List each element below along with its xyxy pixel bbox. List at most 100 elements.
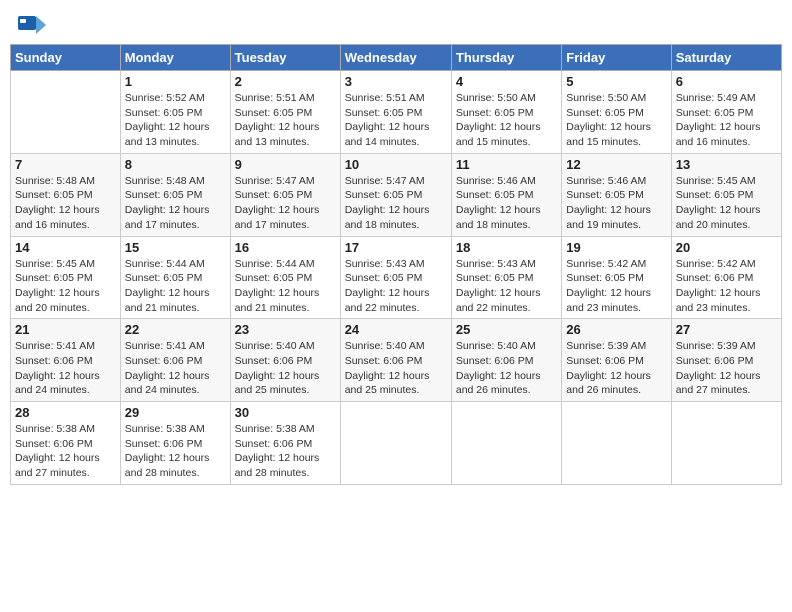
day-number: 2 xyxy=(235,74,336,89)
day-number: 15 xyxy=(125,240,226,255)
calendar-cell xyxy=(11,71,121,154)
day-info: Sunrise: 5:46 AMSunset: 6:05 PMDaylight:… xyxy=(566,174,666,233)
day-info: Sunrise: 5:45 AMSunset: 6:05 PMDaylight:… xyxy=(676,174,777,233)
week-row-5: 28 Sunrise: 5:38 AMSunset: 6:06 PMDayligh… xyxy=(11,402,782,485)
calendar-cell: 25Sunrise: 5:40 AMSunset: 6:06 PMDayligh… xyxy=(451,319,561,402)
day-number: 23 xyxy=(235,322,336,337)
calendar-cell: 7 Sunrise: 5:48 AMSunset: 6:05 PMDaylight… xyxy=(11,153,121,236)
calendar-cell xyxy=(340,402,451,485)
weekday-header-saturday: Saturday xyxy=(671,45,781,71)
day-number: 13 xyxy=(676,157,777,172)
day-info: Sunrise: 5:48 AMSunset: 6:05 PMDaylight:… xyxy=(15,174,116,233)
day-info: Sunrise: 5:51 AMSunset: 6:05 PMDaylight:… xyxy=(235,91,336,150)
day-info: Sunrise: 5:41 AMSunset: 6:06 PMDaylight:… xyxy=(15,339,116,398)
day-number: 21 xyxy=(15,322,116,337)
day-number: 3 xyxy=(345,74,447,89)
calendar-cell: 15 Sunrise: 5:44 AMSunset: 6:05 PMDayligh… xyxy=(120,236,230,319)
calendar-cell: 21 Sunrise: 5:41 AMSunset: 6:06 PMDayligh… xyxy=(11,319,121,402)
day-info: Sunrise: 5:40 AMSunset: 6:06 PMDaylight:… xyxy=(235,339,336,398)
day-number: 4 xyxy=(456,74,557,89)
day-info: Sunrise: 5:46 AMSunset: 6:05 PMDaylight:… xyxy=(456,174,557,233)
day-number: 30 xyxy=(235,405,336,420)
day-info: Sunrise: 5:41 AMSunset: 6:06 PMDaylight:… xyxy=(125,339,226,398)
day-info: Sunrise: 5:38 AMSunset: 6:06 PMDaylight:… xyxy=(235,422,336,481)
day-number: 19 xyxy=(566,240,666,255)
calendar-cell: 16 Sunrise: 5:44 AMSunset: 6:05 PMDayligh… xyxy=(230,236,340,319)
calendar-cell: 14 Sunrise: 5:45 AMSunset: 6:05 PMDayligh… xyxy=(11,236,121,319)
day-number: 8 xyxy=(125,157,226,172)
logo-icon xyxy=(18,14,46,36)
calendar-cell: 5Sunrise: 5:50 AMSunset: 6:05 PMDaylight… xyxy=(562,71,671,154)
calendar-cell: 30 Sunrise: 5:38 AMSunset: 6:06 PMDayligh… xyxy=(230,402,340,485)
day-info: Sunrise: 5:42 AMSunset: 6:06 PMDaylight:… xyxy=(676,257,777,316)
calendar-cell: 19 Sunrise: 5:42 AMSunset: 6:05 PMDayligh… xyxy=(562,236,671,319)
weekday-header-thursday: Thursday xyxy=(451,45,561,71)
day-number: 11 xyxy=(456,157,557,172)
day-info: Sunrise: 5:40 AMSunset: 6:06 PMDaylight:… xyxy=(345,339,447,398)
calendar-cell: 10 Sunrise: 5:47 AMSunset: 6:05 PMDayligh… xyxy=(340,153,451,236)
calendar-cell: 22 Sunrise: 5:41 AMSunset: 6:06 PMDayligh… xyxy=(120,319,230,402)
day-number: 12 xyxy=(566,157,666,172)
calendar-cell xyxy=(562,402,671,485)
day-number: 26 xyxy=(566,322,666,337)
weekday-header-tuesday: Tuesday xyxy=(230,45,340,71)
day-info: Sunrise: 5:44 AMSunset: 6:05 PMDaylight:… xyxy=(125,257,226,316)
day-info: Sunrise: 5:38 AMSunset: 6:06 PMDaylight:… xyxy=(125,422,226,481)
calendar-cell: 29 Sunrise: 5:38 AMSunset: 6:06 PMDayligh… xyxy=(120,402,230,485)
day-info: Sunrise: 5:50 AMSunset: 6:05 PMDaylight:… xyxy=(456,91,557,150)
day-number: 16 xyxy=(235,240,336,255)
week-row-2: 7 Sunrise: 5:48 AMSunset: 6:05 PMDaylight… xyxy=(11,153,782,236)
calendar-cell: 27Sunrise: 5:39 AMSunset: 6:06 PMDayligh… xyxy=(671,319,781,402)
calendar-cell: 6Sunrise: 5:49 AMSunset: 6:05 PMDaylight… xyxy=(671,71,781,154)
day-number: 7 xyxy=(15,157,116,172)
weekday-header-monday: Monday xyxy=(120,45,230,71)
calendar-cell: 4 Sunrise: 5:50 AMSunset: 6:05 PMDaylight… xyxy=(451,71,561,154)
day-info: Sunrise: 5:40 AMSunset: 6:06 PMDaylight:… xyxy=(456,339,557,398)
day-number: 18 xyxy=(456,240,557,255)
day-info: Sunrise: 5:43 AMSunset: 6:05 PMDaylight:… xyxy=(345,257,447,316)
day-info: Sunrise: 5:38 AMSunset: 6:06 PMDaylight:… xyxy=(15,422,116,481)
day-info: Sunrise: 5:39 AMSunset: 6:06 PMDaylight:… xyxy=(566,339,666,398)
calendar-cell xyxy=(451,402,561,485)
day-info: Sunrise: 5:49 AMSunset: 6:05 PMDaylight:… xyxy=(676,91,777,150)
calendar-cell: 9Sunrise: 5:47 AMSunset: 6:05 PMDaylight… xyxy=(230,153,340,236)
day-info: Sunrise: 5:42 AMSunset: 6:05 PMDaylight:… xyxy=(566,257,666,316)
week-row-3: 14 Sunrise: 5:45 AMSunset: 6:05 PMDayligh… xyxy=(11,236,782,319)
calendar-cell: 11 Sunrise: 5:46 AMSunset: 6:05 PMDayligh… xyxy=(451,153,561,236)
calendar-cell: 24 Sunrise: 5:40 AMSunset: 6:06 PMDayligh… xyxy=(340,319,451,402)
day-info: Sunrise: 5:39 AMSunset: 6:06 PMDaylight:… xyxy=(676,339,777,398)
day-number: 1 xyxy=(125,74,226,89)
day-number: 14 xyxy=(15,240,116,255)
day-info: Sunrise: 5:51 AMSunset: 6:05 PMDaylight:… xyxy=(345,91,447,150)
logo xyxy=(18,14,48,36)
day-info: Sunrise: 5:52 AMSunset: 6:05 PMDaylight:… xyxy=(125,91,226,150)
calendar-cell: 3 Sunrise: 5:51 AMSunset: 6:05 PMDaylight… xyxy=(340,71,451,154)
day-info: Sunrise: 5:44 AMSunset: 6:05 PMDaylight:… xyxy=(235,257,336,316)
calendar-cell: 18 Sunrise: 5:43 AMSunset: 6:05 PMDayligh… xyxy=(451,236,561,319)
day-info: Sunrise: 5:47 AMSunset: 6:05 PMDaylight:… xyxy=(235,174,336,233)
weekday-header-friday: Friday xyxy=(562,45,671,71)
day-info: Sunrise: 5:43 AMSunset: 6:05 PMDaylight:… xyxy=(456,257,557,316)
day-info: Sunrise: 5:45 AMSunset: 6:05 PMDaylight:… xyxy=(15,257,116,316)
week-row-1: 1 Sunrise: 5:52 AMSunset: 6:05 PMDaylight… xyxy=(11,71,782,154)
day-number: 28 xyxy=(15,405,116,420)
calendar-cell: 28 Sunrise: 5:38 AMSunset: 6:06 PMDayligh… xyxy=(11,402,121,485)
day-number: 20 xyxy=(676,240,777,255)
day-number: 17 xyxy=(345,240,447,255)
day-number: 10 xyxy=(345,157,447,172)
calendar-cell: 1 Sunrise: 5:52 AMSunset: 6:05 PMDaylight… xyxy=(120,71,230,154)
day-number: 22 xyxy=(125,322,226,337)
day-number: 24 xyxy=(345,322,447,337)
day-number: 5 xyxy=(566,74,666,89)
calendar-cell: 12 Sunrise: 5:46 AMSunset: 6:05 PMDayligh… xyxy=(562,153,671,236)
calendar-cell: 13 Sunrise: 5:45 AMSunset: 6:05 PMDayligh… xyxy=(671,153,781,236)
calendar-cell: 20 Sunrise: 5:42 AMSunset: 6:06 PMDayligh… xyxy=(671,236,781,319)
week-row-4: 21 Sunrise: 5:41 AMSunset: 6:06 PMDayligh… xyxy=(11,319,782,402)
calendar-cell: 8Sunrise: 5:48 AMSunset: 6:05 PMDaylight… xyxy=(120,153,230,236)
weekday-header-row: SundayMondayTuesdayWednesdayThursdayFrid… xyxy=(11,45,782,71)
page-header xyxy=(10,10,782,40)
calendar-table: SundayMondayTuesdayWednesdayThursdayFrid… xyxy=(10,44,782,485)
calendar-cell: 23 Sunrise: 5:40 AMSunset: 6:06 PMDayligh… xyxy=(230,319,340,402)
day-number: 29 xyxy=(125,405,226,420)
day-info: Sunrise: 5:47 AMSunset: 6:05 PMDaylight:… xyxy=(345,174,447,233)
